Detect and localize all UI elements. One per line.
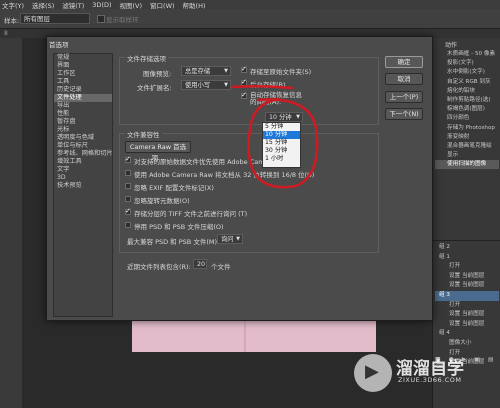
annotation-circle	[247, 97, 319, 189]
red-annotation-overlay	[230, 84, 319, 189]
watermark-logo-icon: ▶	[354, 354, 392, 392]
annotation-underline	[230, 84, 294, 90]
watermark: ▶ 溜溜自学 ZIXUE.3D66.COM	[354, 348, 494, 398]
watermark-url: ZIXUE.3D66.COM	[398, 376, 462, 384]
